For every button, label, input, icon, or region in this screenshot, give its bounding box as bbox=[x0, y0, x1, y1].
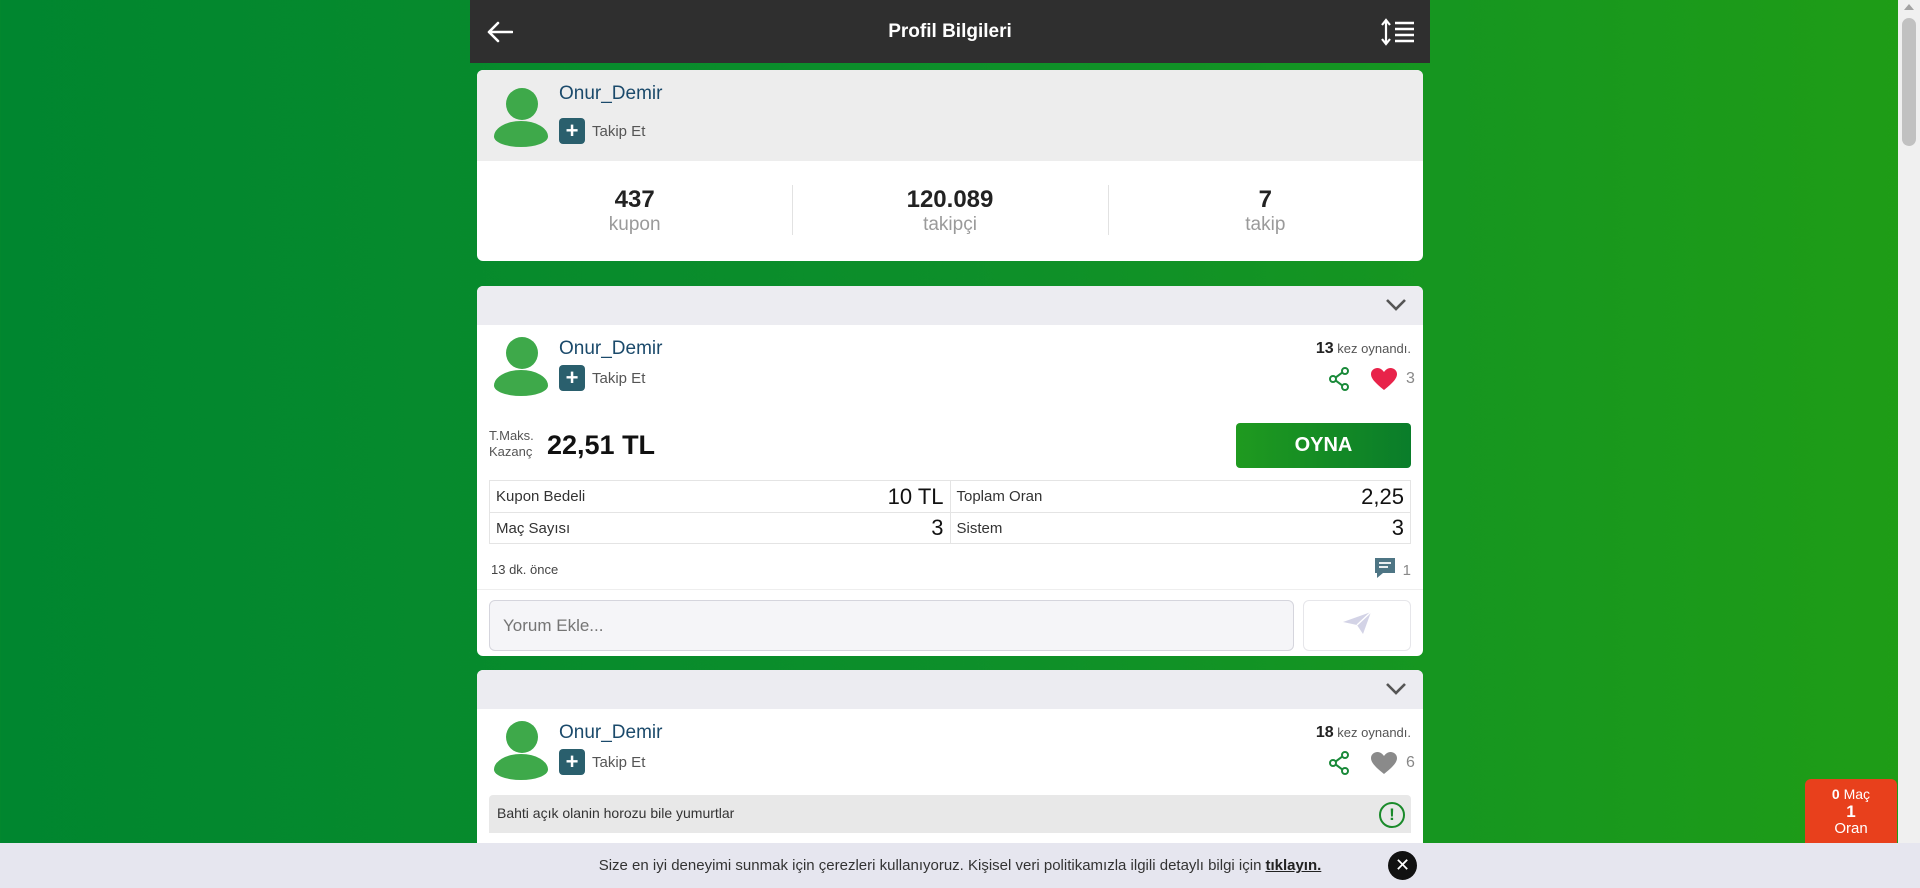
cookie-text: Size en iyi deneyimi sunmak için çerezle… bbox=[598, 857, 1262, 874]
max-win-value: 22,51 TL bbox=[547, 430, 656, 460]
follow-label: Takip Et bbox=[592, 753, 646, 771]
stat-value: 7 bbox=[1258, 186, 1272, 213]
coupon-collapse-bar bbox=[477, 286, 1423, 325]
share-icon[interactable] bbox=[1326, 366, 1352, 392]
page-title: Profil Bilgileri bbox=[888, 20, 1012, 42]
detail-value: 2,25 bbox=[1361, 483, 1404, 509]
played-number: 13 bbox=[1315, 340, 1334, 357]
cookie-banner: Size en iyi deneyimi sunmak için çerezle… bbox=[0, 843, 1920, 888]
details-row: Kupon Bedeli 10 TL Toplam Oran 2,25 bbox=[490, 481, 1410, 512]
stat-value: 437 bbox=[614, 186, 655, 213]
coupon-username[interactable]: Onur_Demir bbox=[559, 338, 662, 360]
max-win-label: T.Maks. Kazanç bbox=[489, 428, 534, 460]
time-ago: 13 dk. önce bbox=[491, 562, 559, 577]
close-icon[interactable]: ✕ bbox=[1388, 851, 1417, 880]
played-suffix: kez oynandı. bbox=[1337, 341, 1411, 356]
profile-card: Onur_Demir + Takip Et 437 kupon 120.089 … bbox=[477, 70, 1423, 261]
avatar bbox=[491, 719, 551, 780]
send-icon bbox=[1342, 611, 1372, 640]
detail-value: 3 bbox=[1391, 515, 1404, 540]
heart-icon[interactable] bbox=[1370, 366, 1398, 392]
stat-label: takipçi bbox=[923, 214, 977, 235]
like-count: 3 bbox=[1406, 370, 1415, 387]
detail-value: 10 TL bbox=[887, 483, 944, 509]
detail-label: Toplam Oran bbox=[956, 488, 1043, 505]
detail-label: Kupon Bedeli bbox=[496, 488, 586, 505]
coupon-note-text: Bahti açık olanin horozu bile yumurtlar bbox=[497, 805, 735, 821]
comments-button[interactable]: 1 bbox=[1373, 556, 1411, 585]
profile-header: Onur_Demir + Takip Et bbox=[477, 70, 1423, 161]
coupon-collapse-bar bbox=[477, 670, 1423, 709]
stat-label: takip bbox=[1245, 214, 1286, 235]
follow-button[interactable]: + Takip Et bbox=[559, 365, 645, 391]
played-count: 13 kez oynandı. bbox=[1316, 340, 1411, 358]
profile-username[interactable]: Onur_Demir bbox=[559, 83, 662, 105]
top-bar: Profil Bilgileri bbox=[470, 0, 1430, 63]
betslip-matches: 0 Maç bbox=[1832, 786, 1870, 803]
scrollbar-thumb[interactable] bbox=[1902, 18, 1916, 146]
match-count: Maç Sayısı 3 bbox=[490, 513, 950, 543]
send-button[interactable] bbox=[1303, 600, 1411, 651]
heart-icon[interactable] bbox=[1370, 750, 1398, 776]
back-arrow-icon[interactable] bbox=[482, 14, 518, 50]
avatar bbox=[491, 86, 551, 147]
stat-coupons[interactable]: 437 kupon bbox=[477, 161, 792, 261]
follow-button[interactable]: + Takip Et bbox=[559, 749, 645, 775]
comment-icon bbox=[1373, 556, 1397, 585]
played-count: 18 kez oynandı. bbox=[1316, 724, 1411, 742]
coupon-username[interactable]: Onur_Demir bbox=[559, 722, 662, 744]
plus-icon: + bbox=[559, 118, 585, 144]
betslip-match-label: Maç bbox=[1843, 785, 1871, 802]
stat-value: 120.089 bbox=[906, 186, 994, 213]
scroll-up-icon[interactable] bbox=[1904, 4, 1914, 10]
exclamation-icon[interactable]: ! bbox=[1379, 802, 1405, 828]
app-container: Profil Bilgileri Onur_Demir + Takip Et 4… bbox=[470, 0, 1430, 888]
chevron-down-icon[interactable] bbox=[1383, 678, 1409, 700]
comment-count: 1 bbox=[1402, 562, 1411, 579]
cookie-link[interactable]: tıklayın. bbox=[1265, 857, 1321, 874]
played-number: 18 bbox=[1315, 724, 1334, 741]
detail-label: Maç Sayısı bbox=[496, 519, 571, 537]
coupon-note: Bahti açık olanin horozu bile yumurtlar … bbox=[489, 795, 1411, 833]
follow-button[interactable]: + Takip Et bbox=[559, 118, 645, 144]
stat-label: kupon bbox=[608, 214, 661, 235]
plus-icon: + bbox=[559, 749, 585, 775]
total-odds: Toplam Oran 2,25 bbox=[949, 481, 1411, 512]
play-button[interactable]: OYNA bbox=[1236, 423, 1411, 468]
betslip-odds-value: 1 bbox=[1846, 801, 1856, 821]
scrollbar[interactable] bbox=[1898, 0, 1920, 843]
chevron-down-icon[interactable] bbox=[1383, 294, 1409, 316]
plus-icon: + bbox=[559, 365, 585, 391]
follow-label: Takip Et bbox=[592, 369, 646, 387]
played-suffix: kez oynandı. bbox=[1337, 725, 1411, 740]
stat-following[interactable]: 7 takip bbox=[1107, 161, 1423, 261]
details-row: Maç Sayısı 3 Sistem 3 bbox=[490, 512, 1410, 543]
stat-followers[interactable]: 120.089 takipçi bbox=[792, 161, 1107, 261]
coupon-details: Kupon Bedeli 10 TL Toplam Oran 2,25 Maç … bbox=[489, 480, 1411, 544]
coupon-card: Onur_Demir + Takip Et 13 kez oynandı. 3 … bbox=[477, 286, 1423, 656]
follow-label: Takip Et bbox=[592, 122, 646, 140]
system: Sistem 3 bbox=[949, 513, 1411, 543]
profile-stats: 437 kupon 120.089 takipçi 7 takip bbox=[477, 161, 1423, 261]
max-win-label-line1: T.Maks. bbox=[489, 428, 534, 443]
coupon-fee: Kupon Bedeli 10 TL bbox=[490, 481, 950, 512]
divider bbox=[477, 589, 1423, 590]
betslip-match-count: 0 bbox=[1831, 785, 1840, 802]
avatar bbox=[491, 335, 551, 396]
betslip-button[interactable]: 0 Maç 1 Oran bbox=[1805, 779, 1897, 843]
detail-value: 3 bbox=[931, 515, 944, 540]
sort-list-icon[interactable] bbox=[1378, 14, 1418, 50]
share-icon[interactable] bbox=[1326, 750, 1352, 776]
like-count: 6 bbox=[1406, 754, 1415, 771]
betslip-odds-label: Oran bbox=[1834, 819, 1868, 837]
detail-label: Sistem bbox=[956, 519, 1003, 537]
max-win-label-line2: Kazanç bbox=[489, 444, 533, 459]
comment-input[interactable] bbox=[489, 600, 1294, 651]
